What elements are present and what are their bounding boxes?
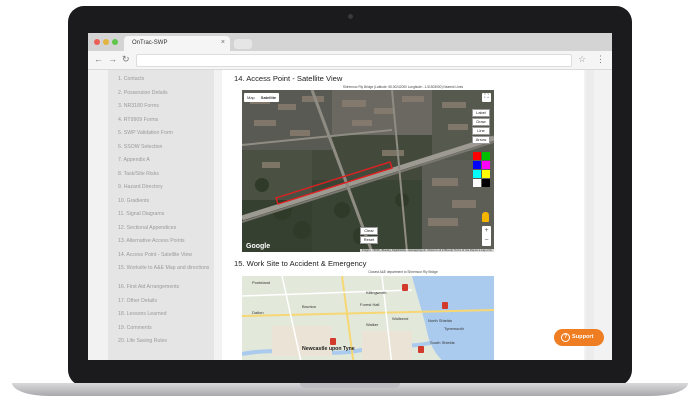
sidebar-item-signal-diagrams[interactable]: 11. Signal Diagrams	[118, 211, 210, 217]
color-swatch-green[interactable]	[482, 152, 490, 160]
page: 1. Contacts 2. Possession Details 3. NR3…	[88, 70, 612, 360]
sidebar-item-gradients[interactable]: 10. Gradients	[118, 198, 210, 204]
fullscreen-icon[interactable]: ⛶	[482, 93, 491, 102]
map-pin-icon[interactable]	[330, 338, 336, 345]
forward-arrow-icon[interactable]: →	[108, 54, 117, 64]
sidebar-item-possession-details[interactable]: 2. Possession Details	[118, 90, 210, 96]
sidebar-item-swp-validation[interactable]: 5. SWP Validation Form	[118, 130, 210, 136]
maximize-window-button[interactable]	[112, 39, 118, 45]
tab-title: OnTrac-SWP	[132, 40, 168, 46]
line-tool-button[interactable]: Line	[472, 127, 490, 135]
color-swatch-black[interactable]	[482, 179, 490, 187]
laptop-notch	[300, 383, 400, 388]
sidebar-item-alternative-access-points[interactable]: 13. Alternative Access Points	[118, 238, 210, 244]
main-content: 14. Access Point - Satellite View Shirem…	[222, 70, 584, 360]
color-swatch-white[interactable]	[473, 179, 481, 187]
map-type-map-button[interactable]: Map	[244, 93, 258, 102]
sidebar-item-contacts[interactable]: 1. Contacts	[118, 76, 210, 82]
minimize-window-button[interactable]	[103, 39, 109, 45]
color-swatch-cyan[interactable]	[473, 170, 481, 178]
sidebar-item-lessons-learned[interactable]: 18. Lessons Learned	[118, 311, 210, 317]
zoom-out-button[interactable]: −	[482, 236, 491, 246]
map-pin-icon[interactable]	[402, 284, 408, 291]
sidebar: 1. Contacts 2. Possession Details 3. NR3…	[108, 70, 214, 360]
sidebar-item-nr3180-forms[interactable]: 3. NR3180 Forms	[118, 103, 210, 109]
map-type-satellite-button[interactable]: Satellite	[258, 93, 279, 102]
support-label: Support	[572, 334, 594, 340]
place-killingworth: Killingworth	[366, 290, 387, 295]
color-swatch-magenta[interactable]	[482, 161, 490, 169]
road-map-base	[242, 276, 494, 360]
sidebar-item-appendix-a[interactable]: 7. Appendix A	[118, 157, 210, 163]
map-type-toggle: Map Satellite	[244, 93, 280, 102]
place-newcastle: Newcastle upon Tyne	[302, 346, 355, 352]
reload-icon[interactable]: ↻	[122, 54, 130, 65]
place-north-shields: North Shields	[428, 318, 453, 323]
satellite-map-caption: Shiremoor Rly Bridge (Latitude: 55.00242…	[342, 85, 464, 89]
place-tynemouth: Tynemouth	[444, 326, 464, 331]
sidebar-item-life-saving-rules[interactable]: 20. Life Saving Rules	[118, 338, 210, 344]
color-swatch-blue[interactable]	[473, 161, 481, 169]
sidebar-item-first-aid[interactable]: 16. First Aid Arrangements	[118, 284, 210, 290]
new-tab-button[interactable]	[234, 39, 252, 49]
clear-button[interactable]: Clear	[360, 227, 378, 235]
sidebar-item-hazard-directory[interactable]: 9. Hazard Directory	[118, 184, 210, 190]
reset-button[interactable]: Reset	[360, 236, 378, 244]
map-pin-icon[interactable]	[418, 346, 424, 353]
color-swatch-red[interactable]	[473, 152, 481, 160]
label-tool-button[interactable]: Label	[472, 109, 490, 117]
place-brunton: Brunton	[302, 304, 317, 309]
satellite-map[interactable]: Map Satellite ⛶ Label Draw Line Arrow Cl…	[242, 90, 494, 252]
place-dalton: Dalton	[252, 310, 264, 315]
section-15-title: 15. Work Site to Accident & Emergency	[234, 259, 367, 268]
place-walker: Walker	[366, 322, 379, 327]
street-view-pegman-icon[interactable]	[482, 212, 489, 222]
map-attribution: Imagery ©2018 , Bluesky, DigitalGlobe, G…	[359, 249, 494, 252]
sidebar-item-task-site-risks[interactable]: 8. Task/Site Risks	[118, 171, 210, 177]
draw-tool-button[interactable]: Draw	[472, 118, 490, 126]
browser-menu-icon[interactable]: ⋮	[596, 54, 605, 65]
screen: OnTrac-SWP × ← → ↻ ☆ ⋮ 1. Contacts 2. Po…	[88, 33, 612, 360]
place-forest-hall: Forest Hall	[360, 302, 380, 307]
place-south-shields: South Shields	[430, 340, 455, 345]
sidebar-item-ssow-selection[interactable]: 6. SSOW Selection	[118, 144, 210, 150]
sidebar-item-sectional-appendices[interactable]: 12. Sectional Appendices	[118, 225, 210, 231]
address-bar[interactable]	[136, 54, 572, 67]
place-wallsend: Wallsend	[392, 316, 409, 321]
road-map-caption: Closest A&E department to Shiremoor Rly …	[368, 270, 438, 274]
sidebar-item-comments[interactable]: 19. Comments	[118, 325, 210, 331]
zoom-in-button[interactable]: +	[482, 226, 491, 236]
color-swatch-yellow[interactable]	[482, 170, 490, 178]
arrow-tool-button[interactable]: Arrow	[472, 136, 490, 144]
map-pin-icon[interactable]	[442, 302, 448, 309]
sidebar-item-access-point-satellite-view[interactable]: 14. Access Point - Satellite View	[118, 252, 210, 258]
camera-dot	[348, 14, 353, 19]
place-ponteland: Ponteland	[252, 280, 271, 285]
nav-bar: ← → ↻ ☆ ⋮	[88, 51, 612, 70]
page-scrollbar[interactable]	[586, 70, 594, 360]
sidebar-item-other-details[interactable]: 17. Other Details	[118, 298, 210, 304]
zoom-control: + −	[482, 226, 491, 246]
tab-bar: OnTrac-SWP ×	[88, 33, 612, 51]
sidebar-item-worksite-to-ae[interactable]: 15. Worksite to A&E Map and directions	[118, 265, 210, 271]
help-icon: ?	[561, 333, 570, 342]
browser-tab[interactable]: OnTrac-SWP ×	[124, 36, 230, 51]
tab-close-icon[interactable]: ×	[221, 39, 225, 46]
back-arrow-icon[interactable]: ←	[94, 54, 103, 64]
bookmark-star-icon[interactable]: ☆	[578, 54, 586, 65]
sidebar-item-rt9909-forms[interactable]: 4. RT9909 Forms	[118, 117, 210, 123]
close-window-button[interactable]	[94, 39, 100, 45]
google-logo: Google	[246, 243, 271, 250]
color-swatches	[473, 152, 491, 188]
road-map[interactable]: Killingworth Forest Hall Dalton Brunton …	[242, 276, 494, 360]
support-button[interactable]: ? Support	[554, 329, 604, 346]
section-14-title: 14. Access Point - Satellite View	[234, 74, 343, 83]
